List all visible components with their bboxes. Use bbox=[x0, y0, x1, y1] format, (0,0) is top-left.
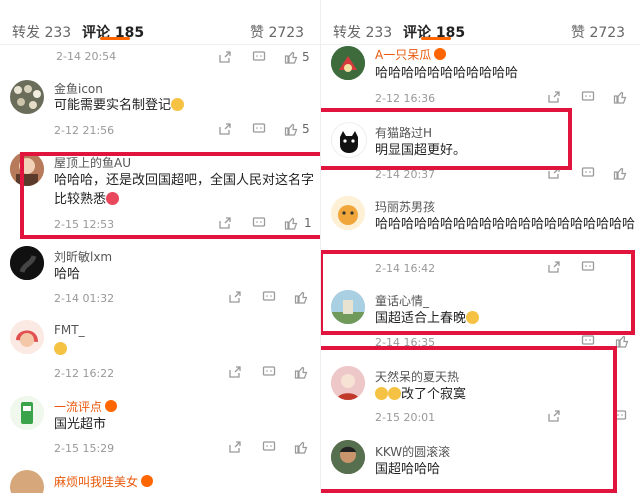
avatar[interactable] bbox=[331, 46, 365, 80]
comment-text: 哈哈哈哈哈哈哈哈哈哈哈 bbox=[375, 66, 519, 81]
vip-badge-icon bbox=[141, 475, 154, 487]
avatar[interactable] bbox=[331, 196, 365, 230]
comment-text: 国光超市 bbox=[54, 417, 107, 432]
comment-icon[interactable] bbox=[581, 90, 595, 104]
comment-time: 2-14 01:32 bbox=[54, 292, 115, 305]
tab-likes[interactable]: 赞 2723 bbox=[250, 22, 304, 42]
comment-text: 哈哈 bbox=[54, 267, 81, 282]
like-icon[interactable] bbox=[284, 50, 298, 64]
username[interactable]: 玛丽苏男孩 bbox=[375, 198, 435, 215]
tab-underline bbox=[100, 37, 130, 40]
highlight-box bbox=[321, 108, 572, 170]
comment-text: 可能需要实名制登记 bbox=[54, 96, 304, 115]
username[interactable]: 麻烦叫我哇美女 bbox=[54, 473, 154, 490]
right-comment-panel: 转发 233 评论 185 赞 2723 A一只呆瓜 哈哈哈哈哈哈哈哈哈哈哈 2… bbox=[320, 0, 640, 493]
username[interactable]: 刘昕敏lxm bbox=[54, 248, 112, 265]
highlight-box bbox=[20, 152, 320, 239]
username[interactable]: FMT_ bbox=[54, 323, 85, 337]
comment-icon[interactable] bbox=[581, 166, 595, 180]
comment-time: 2-12 16:36 bbox=[375, 92, 436, 105]
like-icon[interactable] bbox=[613, 90, 627, 104]
tab-repost[interactable]: 转发 233 bbox=[333, 22, 392, 42]
emoji-icon bbox=[54, 342, 67, 355]
comment-icon[interactable] bbox=[262, 290, 276, 304]
comment-icon[interactable] bbox=[252, 122, 266, 136]
share-icon[interactable] bbox=[228, 290, 242, 304]
comment-time: 2-15 15:29 bbox=[54, 442, 115, 455]
like-icon[interactable] bbox=[284, 122, 298, 136]
username[interactable]: 金鱼icon bbox=[54, 80, 103, 97]
tab-repost[interactable]: 转发 233 bbox=[12, 22, 71, 42]
tab-likes[interactable]: 赞 2723 bbox=[571, 22, 625, 42]
share-icon[interactable] bbox=[228, 365, 242, 379]
like-icon[interactable] bbox=[294, 365, 308, 379]
comment-icon[interactable] bbox=[262, 440, 276, 454]
share-icon[interactable] bbox=[547, 90, 561, 104]
tab-bar: 转发 233 评论 185 赞 2723 bbox=[0, 0, 320, 45]
avatar[interactable] bbox=[10, 470, 44, 493]
highlight-box bbox=[321, 346, 617, 493]
emoji-icon bbox=[171, 98, 185, 111]
comment-time: 2-12 21:56 bbox=[54, 124, 115, 137]
vip-badge-icon bbox=[434, 48, 447, 60]
avatar[interactable] bbox=[10, 246, 44, 280]
highlight-box bbox=[321, 250, 635, 335]
comment-time: 2-14 20:54 bbox=[56, 50, 117, 63]
share-icon[interactable] bbox=[228, 440, 242, 454]
avatar[interactable] bbox=[10, 80, 44, 114]
username[interactable]: A一只呆瓜 bbox=[375, 46, 447, 63]
like-icon[interactable] bbox=[615, 334, 629, 348]
comment-text: 哈哈哈哈哈哈哈哈哈哈哈哈哈哈哈哈哈哈哈哈 bbox=[375, 217, 636, 232]
like-icon[interactable] bbox=[294, 290, 308, 304]
like-icon[interactable] bbox=[613, 166, 627, 180]
tab-bar: 转发 233 评论 185 赞 2723 bbox=[321, 0, 640, 45]
avatar[interactable] bbox=[10, 320, 44, 354]
like-icon[interactable] bbox=[294, 440, 308, 454]
comment-time: 2-12 16:22 bbox=[54, 367, 115, 380]
comment-icon[interactable] bbox=[252, 50, 266, 64]
comment-icon[interactable] bbox=[262, 365, 276, 379]
username[interactable]: 一流评点 bbox=[54, 398, 118, 415]
vip-badge-icon bbox=[105, 400, 118, 412]
share-icon[interactable] bbox=[218, 50, 232, 64]
share-icon[interactable] bbox=[218, 122, 232, 136]
like-count: 5 bbox=[302, 122, 310, 136]
avatar[interactable] bbox=[10, 396, 44, 430]
left-comment-panel: 转发 233 评论 185 赞 2723 2-14 20:54 5 金鱼icon… bbox=[0, 0, 320, 493]
tab-underline bbox=[421, 37, 451, 40]
comment-text bbox=[54, 340, 304, 359]
